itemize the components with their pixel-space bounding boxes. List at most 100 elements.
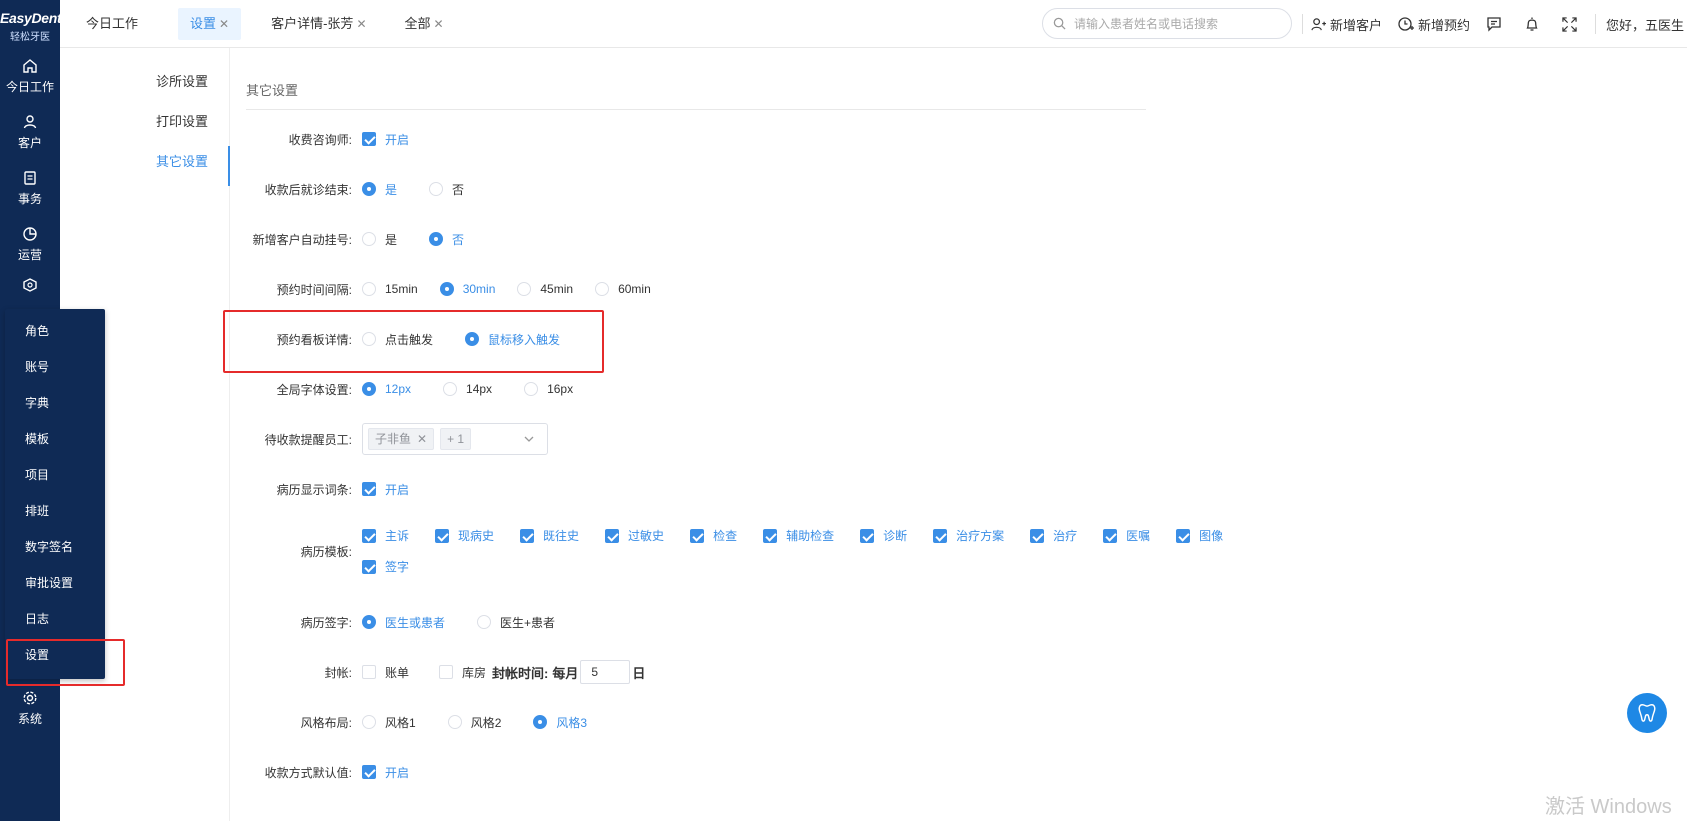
close-icon[interactable]: ✕: [356, 17, 366, 31]
record-terms-checkbox[interactable]: 开启: [362, 481, 409, 498]
pay-default-checkbox[interactable]: 开启: [362, 764, 409, 781]
template-chief-complaint-checkbox[interactable]: 主诉: [362, 520, 409, 551]
patient-search[interactable]: [1042, 8, 1292, 39]
option-label: 过敏史: [628, 529, 665, 543]
nav-item-customer[interactable]: 客户: [0, 104, 60, 160]
search-input[interactable]: [1074, 16, 1274, 31]
row-record-sign: 病历签字: 医生或患者 医生+患者: [230, 610, 577, 634]
closing-prefix: 每月: [552, 665, 579, 681]
settings-menu-clinic[interactable]: 诊所设置: [60, 62, 229, 102]
row-payment-remind: 待收款提醒员工: 子非鱼 ✕ + 1: [230, 423, 548, 455]
tab-label: 客户详情-张芳: [271, 15, 354, 31]
closing-warehouse-checkbox[interactable]: 库房: [439, 664, 486, 681]
board-detail-hover-radio[interactable]: 鼠标移入触发: [465, 331, 560, 348]
close-icon[interactable]: ✕: [434, 17, 444, 31]
interval-45-radio[interactable]: 45min: [517, 282, 573, 296]
windows-activation-watermark: 激活 Windows: [1545, 796, 1672, 818]
checkbox-icon: [362, 765, 376, 779]
row-font-size: 全局字体设置: 12px 14px 16px: [230, 377, 595, 401]
radio-icon: [429, 232, 444, 246]
option-label: 医嘱: [1126, 529, 1151, 543]
template-advice-checkbox[interactable]: 医嘱: [1103, 520, 1150, 551]
nav-item-system[interactable]: 系统: [0, 678, 60, 738]
notification-button[interactable]: [1524, 16, 1544, 32]
font-12-radio[interactable]: 12px: [362, 382, 411, 396]
user-greeting[interactable]: 您好，五医生: [1606, 15, 1684, 34]
new-appointment-button[interactable]: 新增预约: [1398, 15, 1470, 34]
template-image-checkbox[interactable]: 图像: [1176, 520, 1223, 551]
tag-label: 子非鱼: [375, 432, 412, 446]
radio-icon: [443, 382, 458, 396]
nav-item-operations[interactable]: 运营: [0, 216, 60, 272]
settings-menu-other[interactable]: 其它设置: [60, 142, 230, 186]
row-record-terms: 病历显示词条: 开启: [230, 477, 431, 501]
message-icon: [1487, 17, 1501, 32]
style-1-radio[interactable]: 风格1: [362, 714, 416, 731]
tab-all[interactable]: 全部 ✕: [393, 8, 456, 40]
nav-item-today[interactable]: 今日工作: [0, 48, 60, 104]
end-after-pay-no-radio[interactable]: 否: [429, 181, 464, 198]
template-aux-exam-checkbox[interactable]: 辅助检查: [763, 520, 834, 551]
board-detail-click-radio[interactable]: 点击触发: [362, 331, 433, 348]
option-label: 是: [385, 232, 398, 247]
auto-register-no-radio[interactable]: 否: [429, 231, 464, 248]
option-label: 图像: [1199, 529, 1224, 543]
template-past-history-checkbox[interactable]: 既往史: [520, 520, 579, 551]
row-record-template: 病历模板: 主诉 现病史 既往史 过敏史 检查 辅助检查 诊断 治疗方案 治疗 …: [230, 518, 1262, 584]
font-14-radio[interactable]: 14px: [443, 382, 492, 396]
tooth-assistant-button[interactable]: [1627, 693, 1667, 733]
checkbox-icon: [763, 528, 778, 543]
sign-either-radio[interactable]: 医生或患者: [362, 614, 445, 631]
new-customer-button[interactable]: 新增客户: [1311, 15, 1382, 34]
closing-bill-checkbox[interactable]: 账单: [362, 664, 409, 681]
tab-settings[interactable]: 设置 ✕: [178, 7, 242, 40]
template-treatment-plan-checkbox[interactable]: 治疗方案: [933, 520, 1004, 551]
checkbox-icon: [362, 528, 376, 543]
template-exam-checkbox[interactable]: 检查: [690, 520, 737, 551]
sign-both-radio[interactable]: 医生+患者: [477, 614, 555, 631]
row-appointment-interval: 预约时间间隔: 15min 30min 45min 60min: [230, 277, 673, 301]
end-after-pay-yes-radio[interactable]: 是: [362, 181, 397, 198]
app-logo[interactable]: EasyDent 轻松牙医: [0, 0, 62, 48]
interval-15-radio[interactable]: 15min: [362, 282, 418, 296]
brand-subtitle: 轻松牙医: [10, 32, 50, 43]
template-checkbox-group: 主诉 现病史 既往史 过敏史 检查 辅助检查 诊断 治疗方案 治疗 医嘱 图像 …: [362, 520, 1262, 582]
interval-30-radio[interactable]: 30min: [439, 282, 495, 296]
row-pay-default: 收款方式默认值: 开启: [230, 760, 431, 784]
field-label: 收费咨询师:: [288, 132, 352, 147]
fullscreen-button[interactable]: [1562, 16, 1581, 32]
fee-consultant-checkbox[interactable]: 开启: [362, 131, 409, 148]
message-button[interactable]: [1486, 16, 1506, 32]
tab-customer-detail[interactable]: 客户详情-张芳 ✕: [259, 8, 378, 40]
field-label: 新增客户自动挂号:: [252, 232, 352, 247]
field-label: 收款方式默认值:: [264, 765, 352, 780]
close-icon[interactable]: ✕: [219, 17, 229, 31]
settings-content: 其它设置 收费咨询师: 开启 收款后就诊结束: 是 否 新增客户自动挂号: 是 …: [230, 48, 1687, 821]
style-2-radio[interactable]: 风格2: [447, 714, 501, 731]
closing-day-input[interactable]: [580, 660, 631, 684]
style-3-radio[interactable]: 风格3: [533, 714, 587, 731]
tag-close-icon[interactable]: ✕: [417, 432, 427, 446]
template-allergy-checkbox[interactable]: 过敏史: [605, 520, 664, 551]
template-signature-checkbox[interactable]: 签字: [362, 551, 409, 582]
nav-item-marketing[interactable]: [0, 272, 60, 302]
font-16-radio[interactable]: 16px: [524, 382, 573, 396]
settings-menu-print[interactable]: 打印设置: [60, 102, 229, 142]
option-label: 否: [452, 182, 465, 197]
nav-label: 系统: [17, 711, 42, 726]
radio-icon: [465, 332, 480, 346]
checkbox-icon: [435, 528, 450, 543]
template-treatment-checkbox[interactable]: 治疗: [1030, 520, 1077, 551]
auto-register-yes-radio[interactable]: 是: [362, 231, 397, 248]
staff-multiselect[interactable]: 子非鱼 ✕ + 1: [362, 423, 548, 455]
tab-today[interactable]: 今日工作: [74, 8, 150, 40]
field-label: 收款后就诊结束:: [264, 182, 352, 197]
option-label: 治疗方案: [956, 529, 1005, 543]
template-diagnosis-checkbox[interactable]: 诊断: [860, 520, 907, 551]
interval-60-radio[interactable]: 60min: [595, 282, 651, 296]
nav-item-affairs[interactable]: 事务: [0, 160, 60, 216]
template-present-illness-checkbox[interactable]: 现病史: [435, 520, 494, 551]
checkbox-icon: [860, 528, 875, 543]
radio-icon: [362, 382, 376, 396]
radio-icon: [439, 282, 454, 296]
